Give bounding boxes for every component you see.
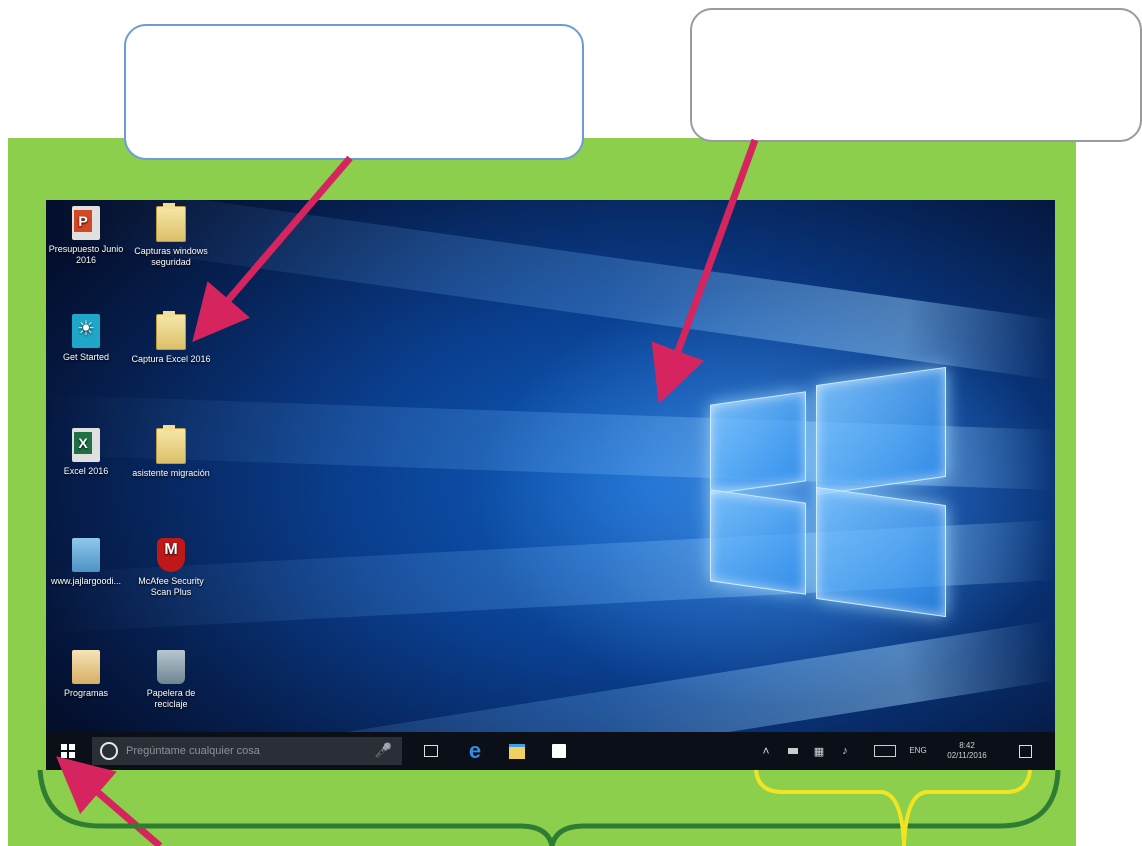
language-label: ENG xyxy=(909,746,927,755)
search-placeholder: Pregúntame cualquier cosa xyxy=(126,745,260,757)
desktop-icon-excel[interactable]: Excel 2016 xyxy=(46,428,126,477)
notification-icon xyxy=(1018,744,1032,758)
taskbar: Pregúntame cualquier cosa 🎤 e ˄ ▦ ♪ ENG … xyxy=(46,732,1055,770)
cortana-icon xyxy=(100,742,118,760)
action-center-button[interactable] xyxy=(1012,732,1038,770)
edge-button[interactable]: e xyxy=(460,732,490,770)
desktop-icon-mcafee[interactable]: McAfee Security Scan Plus xyxy=(131,538,211,598)
language-indicator[interactable]: ENG xyxy=(904,732,932,770)
microphone-icon[interactable]: 🎤 xyxy=(375,742,392,759)
task-view-icon xyxy=(424,745,438,757)
desktop-icon-label: Capturas windows seguridad xyxy=(134,246,208,267)
desktop-icon-label: Captura Excel 2016 xyxy=(131,354,211,364)
windows-logo-wallpaper xyxy=(706,366,946,618)
recycle-bin-icon xyxy=(157,650,185,684)
show-hidden-icons-button[interactable]: ˄ xyxy=(756,732,776,770)
folder-icon xyxy=(156,203,186,242)
programs-icon xyxy=(72,650,100,684)
file-explorer-icon xyxy=(509,743,525,759)
desktop-icon-label: www.jajlargoodi... xyxy=(50,576,122,586)
edge-icon: e xyxy=(468,738,482,763)
desktop-icon-recycle-bin[interactable]: Papelera de reciclaje xyxy=(131,650,211,710)
lightbulb-icon xyxy=(72,314,100,348)
desktop-icon-captura-excel[interactable]: Captura Excel 2016 xyxy=(131,311,211,365)
battery-icon xyxy=(788,748,798,754)
keyboard-button[interactable] xyxy=(870,732,900,770)
folder-icon xyxy=(156,311,186,350)
battery-button[interactable] xyxy=(782,732,804,770)
task-view-button[interactable] xyxy=(416,732,446,770)
desktop-icon-web-shortcut[interactable]: www.jajlargoodi... xyxy=(46,538,126,587)
desktop-icon-label: Presupuesto Junio 2016 xyxy=(48,244,124,265)
documents-icon xyxy=(72,538,100,572)
logo-pane xyxy=(710,391,806,495)
logo-pane xyxy=(816,366,946,496)
desktop-icon-presupuesto[interactable]: Presupuesto Junio 2016 xyxy=(46,206,126,266)
clock[interactable]: 8:42 02/11/2016 xyxy=(934,732,1000,770)
chevron-up-icon: ˄ xyxy=(762,744,770,758)
desktop-icon-asistente-migracion[interactable]: asistente migración xyxy=(131,425,211,479)
cortana-search-box[interactable]: Pregúntame cualquier cosa 🎤 xyxy=(92,737,402,765)
volume-button[interactable]: ♪ xyxy=(834,732,856,770)
desktop-icon-label: Excel 2016 xyxy=(63,466,109,476)
store-icon xyxy=(552,744,566,758)
file-explorer-button[interactable] xyxy=(502,732,532,770)
desktop-icon-label: McAfee Security Scan Plus xyxy=(138,576,204,597)
desktop-icon-label: Programas xyxy=(63,688,108,698)
store-button[interactable] xyxy=(544,732,574,770)
desktop-icon-capturas-seguridad[interactable]: Capturas windows seguridad xyxy=(131,203,211,268)
clock-date: 02/11/2016 xyxy=(947,751,987,760)
network-icon: ▦ xyxy=(813,745,825,758)
desktop-icon-label: asistente migración xyxy=(132,468,210,478)
desktop-icon-label: Get Started xyxy=(62,352,110,362)
start-button[interactable] xyxy=(54,732,82,770)
desktop-screen: Presupuesto Junio 2016 Capturas windows … xyxy=(46,200,1055,770)
logo-pane xyxy=(710,489,806,595)
excel-icon xyxy=(72,428,100,462)
desktop-icon-get-started[interactable]: Get Started xyxy=(46,314,126,363)
windows-start-icon xyxy=(61,744,75,758)
volume-icon: ♪ xyxy=(842,745,848,757)
mcafee-shield-icon xyxy=(157,538,185,572)
logo-pane xyxy=(816,486,946,618)
clock-time: 8:42 xyxy=(959,741,975,750)
folder-icon xyxy=(156,425,186,464)
network-button[interactable]: ▦ xyxy=(808,732,830,770)
powerpoint-icon xyxy=(72,206,100,240)
callout-box-right xyxy=(690,8,1142,142)
desktop-icon-label: Papelera de reciclaje xyxy=(146,688,196,709)
keyboard-icon xyxy=(874,745,896,757)
desktop-icon-programas[interactable]: Programas xyxy=(46,650,126,699)
callout-box-left xyxy=(124,24,584,160)
